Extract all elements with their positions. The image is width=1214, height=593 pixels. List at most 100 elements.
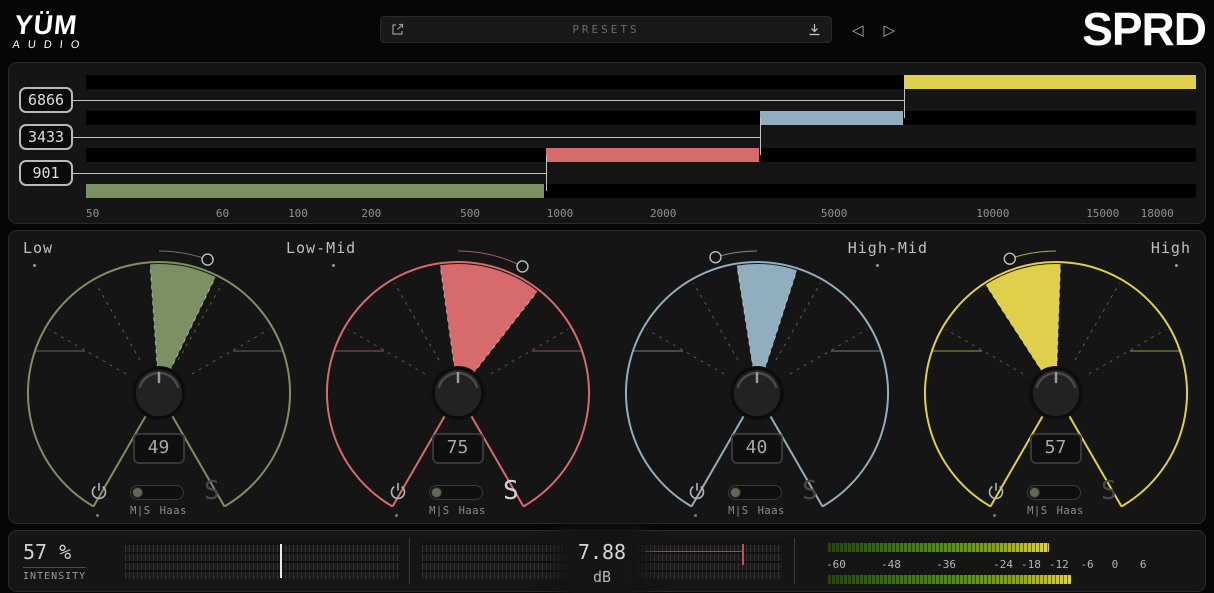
- dial-tick: [647, 330, 724, 375]
- intensity-marker[interactable]: [280, 544, 282, 578]
- toggle-knob[interactable]: [132, 487, 143, 498]
- dial-tick: [191, 330, 268, 375]
- gain-slider[interactable]: 7.88 dB: [422, 543, 782, 579]
- dial-tick: [95, 283, 140, 360]
- ms-haas-toggle[interactable]: [130, 485, 184, 500]
- crossover-vline[interactable]: [546, 155, 547, 191]
- preset-bar[interactable]: PRESETS: [380, 16, 832, 43]
- crossover-hline: [73, 173, 546, 174]
- haas-mode-label[interactable]: Haas: [459, 505, 486, 517]
- meter-scale: -60-48-36-24-18-12-606: [827, 558, 1171, 572]
- band-name-label: Low: [23, 239, 53, 257]
- crossover-hline: [73, 137, 760, 138]
- gain-section: 7.88 dB: [410, 531, 794, 591]
- ms-haas-toggle[interactable]: [728, 485, 782, 500]
- haas-mode-label[interactable]: Haas: [160, 505, 187, 517]
- meter-scale-label: -18: [1021, 558, 1041, 571]
- gain-indicator-line: [645, 551, 742, 552]
- meter-scale-label: -24: [993, 558, 1013, 571]
- stereo-width-dial[interactable]: [906, 231, 1206, 511]
- meter-scale-label: 0: [1112, 558, 1119, 571]
- dial-handle[interactable]: [1004, 253, 1015, 264]
- toggle-knob[interactable]: [1029, 487, 1040, 498]
- intensity-label: INTENSITY: [23, 567, 86, 582]
- dial-tick: [693, 283, 738, 360]
- power-led: [694, 514, 697, 517]
- meter-scale-label: -60: [826, 558, 846, 571]
- footer-bar: 57 % INTENSITY 7.88 dB -60-48-36-24-18-1…: [8, 530, 1206, 592]
- output-meter: -60-48-36-24-18-12-606: [795, 531, 1205, 591]
- width-value[interactable]: 49: [133, 433, 185, 464]
- intensity-value: 57 %: [23, 540, 115, 564]
- stereo-width-dial[interactable]: [308, 231, 608, 511]
- next-preset-button[interactable]: ▷: [884, 21, 896, 39]
- mode-labels: M|S Haas: [308, 505, 607, 517]
- solo-button[interactable]: S: [503, 476, 519, 506]
- crossover-vline[interactable]: [760, 118, 761, 155]
- dial-handle[interactable]: [516, 261, 527, 272]
- gain-readout: 7.88 dB: [572, 540, 632, 586]
- width-value[interactable]: 40: [731, 433, 783, 464]
- haas-mode-label[interactable]: Haas: [758, 505, 785, 517]
- yum-audio-logo: YÜM AUDIO: [12, 10, 91, 51]
- width-value[interactable]: 75: [432, 433, 484, 464]
- width-value[interactable]: 57: [1030, 433, 1082, 464]
- power-led: [993, 514, 996, 517]
- solo-button[interactable]: S: [1101, 476, 1117, 506]
- stereo-width-dial[interactable]: [607, 231, 907, 511]
- band-controls: S: [308, 481, 607, 505]
- crossover-vline[interactable]: [904, 82, 905, 118]
- title-bar: YÜM AUDIO PRESETS ◁ ▷ SPRD: [0, 0, 1214, 60]
- intensity-section: 57 % INTENSITY: [9, 531, 409, 591]
- band-module-high: High57SM|SHaas: [906, 231, 1205, 523]
- crossover-layer: 6866 3433 901: [9, 63, 1205, 223]
- mode-labels: M|S Haas: [906, 505, 1205, 517]
- crossover-hline: [73, 100, 904, 101]
- ms-mode-label[interactable]: M|S: [130, 505, 150, 517]
- ms-mode-label[interactable]: M|S: [1027, 505, 1047, 517]
- meter-scale-label: -12: [1049, 558, 1069, 571]
- solo-button[interactable]: S: [802, 476, 818, 506]
- dial-tick: [1075, 283, 1120, 360]
- power-icon[interactable]: [687, 481, 707, 501]
- toggle-knob[interactable]: [431, 487, 442, 498]
- ms-haas-toggle[interactable]: [429, 485, 483, 500]
- band-name-label: Low-Mid: [286, 239, 356, 257]
- dial-tick: [394, 283, 439, 360]
- toggle-knob[interactable]: [730, 487, 741, 498]
- ms-mode-label[interactable]: M|S: [728, 505, 748, 517]
- dial-handle[interactable]: [709, 252, 720, 263]
- preset-controls: PRESETS ◁ ▷: [380, 16, 895, 43]
- meter-scale-label: -6: [1080, 558, 1093, 571]
- stereo-width-dial[interactable]: [9, 231, 309, 511]
- band-led: [332, 264, 335, 267]
- haas-mode-label[interactable]: Haas: [1057, 505, 1084, 517]
- band-module-high-mid: High-Mid40SM|SHaas: [607, 231, 906, 523]
- band-name-label: High: [1151, 239, 1191, 257]
- intensity-slider[interactable]: [125, 543, 399, 579]
- width-dials-section: Low49SM|SHaasLow-Mid75SM|SHaasHigh-Mid40…: [8, 230, 1206, 524]
- power-icon[interactable]: [89, 481, 109, 501]
- meter-bar-left: [827, 543, 1049, 552]
- solo-button[interactable]: S: [204, 476, 220, 506]
- band-led: [33, 264, 36, 267]
- crossover-freq-6866[interactable]: 6866: [19, 87, 73, 113]
- dial-tick: [49, 330, 126, 375]
- dial-tick: [946, 330, 1023, 375]
- ms-mode-label[interactable]: M|S: [429, 505, 449, 517]
- prev-preset-button[interactable]: ◁: [852, 21, 864, 39]
- meter-scale-label: -36: [936, 558, 956, 571]
- crossover-freq-901[interactable]: 901: [19, 160, 73, 186]
- dial-handle[interactable]: [202, 254, 213, 265]
- power-led: [395, 514, 398, 517]
- gain-marker[interactable]: [742, 544, 744, 565]
- band-led: [876, 264, 879, 267]
- dial-tick: [1088, 330, 1165, 375]
- mode-labels: M|S Haas: [9, 505, 308, 517]
- power-icon[interactable]: [986, 481, 1006, 501]
- band-controls: S: [906, 481, 1205, 505]
- ms-haas-toggle[interactable]: [1027, 485, 1081, 500]
- dial-tick: [348, 330, 425, 375]
- crossover-freq-3433[interactable]: 3433: [19, 124, 73, 150]
- power-icon[interactable]: [388, 481, 408, 501]
